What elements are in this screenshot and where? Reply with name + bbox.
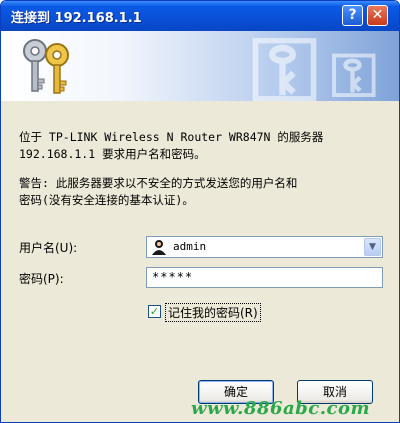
username-label: 用户名(U):: [19, 241, 78, 255]
dialog-body: 位于 TP-LINK Wireless N Router WR847N 的服务器…: [1, 101, 399, 422]
title-bar[interactable]: 连接到 192.168.1.1 ? ✕: [1, 1, 399, 31]
chevron-down-icon[interactable]: ▼: [364, 238, 381, 256]
username-combobox[interactable]: admin ▼: [146, 236, 383, 258]
banner-watermark-glyph: ⚿: [331, 41, 377, 101]
user-icon: [152, 240, 166, 255]
server-message-line-2: 192.168.1.1 要求用户名和密码。: [19, 147, 206, 161]
help-button[interactable]: ?: [342, 5, 363, 26]
remember-password-label[interactable]: 记住我的密码(R): [165, 303, 261, 322]
window-title: 连接到 192.168.1.1: [11, 11, 142, 26]
close-button[interactable]: ✕: [367, 5, 388, 26]
banner-watermark-glyph: ⚿: [251, 31, 318, 101]
banner: ⚿ ⚿: [1, 31, 399, 101]
username-value: admin: [173, 240, 207, 253]
warning-message-line-2: 密码(没有安全连接的基本认证)。: [19, 193, 194, 207]
password-value: *****: [152, 270, 194, 284]
warning-message-line-1: 警告: 此服务器要求以不安全的方式发送您的用户名和: [19, 176, 298, 190]
keys-icon: [23, 39, 69, 94]
password-label: 密码(P):: [19, 272, 64, 286]
password-field[interactable]: *****: [146, 267, 383, 288]
login-dialog: 连接到 192.168.1.1 ? ✕ ⚿ ⚿ 位于 TP-LINK Wirel…: [0, 0, 400, 423]
server-message-line-1: 位于 TP-LINK Wireless N Router WR847N 的服务器: [19, 130, 324, 144]
remember-password-checkbox[interactable]: ✓: [148, 305, 161, 318]
site-watermark: www.886abc.com: [191, 398, 371, 419]
